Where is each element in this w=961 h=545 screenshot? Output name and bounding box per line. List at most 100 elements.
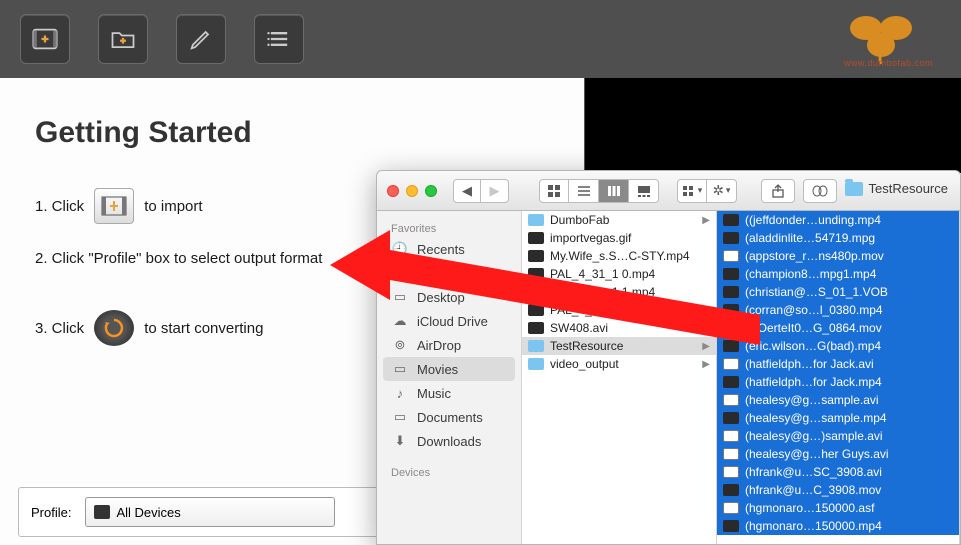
sidebar-item-movies[interactable]: ▭Movies <box>383 357 515 381</box>
file-name: (healesy@g…her Guys.avi <box>745 447 889 461</box>
nav-buttons: ◀ ▶ <box>453 179 509 203</box>
file-row[interactable]: (healesy@g…)sample.avi <box>717 427 959 445</box>
file-name: (hgmonaro…150000.asf <box>745 501 874 515</box>
file-row[interactable]: PAL_4_31_1 1.mp4 <box>522 283 716 301</box>
file-icon <box>723 232 739 244</box>
close-window-button[interactable] <box>387 185 399 197</box>
file-row[interactable]: (hfrank@u…C_3908.mov <box>717 481 959 499</box>
device-icon <box>94 505 110 519</box>
file-row[interactable]: DumboFab▶ <box>522 211 716 229</box>
add-video-icon <box>31 25 59 53</box>
file-row[interactable]: TestResource▶ <box>522 337 716 355</box>
file-icon <box>528 250 544 262</box>
file-row[interactable]: (healesy@g…sample.avi <box>717 391 959 409</box>
forward-button[interactable]: ▶ <box>481 179 509 203</box>
tags-button[interactable] <box>803 179 837 203</box>
file-row[interactable]: PAL_4_31_1 2.mp4 <box>522 301 716 319</box>
file-name: My.Wife_s.S…C-STY.mp4 <box>550 249 690 263</box>
sidebar-item-music[interactable]: ♪ Music <box>377 381 521 405</box>
icon-view-button[interactable] <box>539 179 569 203</box>
file-row[interactable]: importvegas.gif <box>522 229 716 247</box>
file-icon <box>528 322 544 334</box>
file-name: (hatfieldph…for Jack.mp4 <box>745 375 882 389</box>
folder-icon <box>528 358 544 370</box>
sidebar-item-label: Documents <box>417 410 483 425</box>
sidebar-item-icon: ♪ <box>391 386 409 401</box>
file-row[interactable]: (healesy@g…sample.mp4 <box>717 409 959 427</box>
file-row[interactable]: ((jeffdonder…unding.mp4 <box>717 211 959 229</box>
share-button[interactable] <box>761 179 795 203</box>
file-icon <box>723 268 739 280</box>
list-button[interactable] <box>254 14 304 64</box>
file-row[interactable]: (champion8…mpg1.mp4 <box>717 265 959 283</box>
file-name: PAL_4_31_1 1.mp4 <box>550 285 655 299</box>
file-name: (eric.wilson…G(bad).mp4 <box>745 339 881 353</box>
file-icon <box>723 340 739 352</box>
file-icon <box>528 304 544 316</box>
finder-col-1[interactable]: DumboFab▶importvegas.gif My.Wife_s.S…C-ST… <box>522 211 717 544</box>
file-icon <box>723 376 739 388</box>
file-row[interactable]: (christian@…S_01_1.VOB <box>717 283 959 301</box>
file-row[interactable]: SW408.avi <box>522 319 716 337</box>
profile-label: Profile: <box>31 505 71 520</box>
step-2: 2. Click "Profile" box to select output … <box>35 250 322 267</box>
action-button[interactable]: ✲▾ <box>707 179 737 203</box>
sidebar-item-label: Music <box>417 386 451 401</box>
maximize-window-button[interactable] <box>425 185 437 197</box>
sidebar-item-applications[interactable]: AApplications <box>377 261 521 285</box>
file-row[interactable]: video_output▶ <box>522 355 716 373</box>
view-mode-group <box>539 179 659 203</box>
file-name: (corran@so…l_0380.mp4 <box>745 303 883 317</box>
list-view-button[interactable] <box>569 179 599 203</box>
sidebar-item-label: Movies <box>417 362 458 377</box>
file-row[interactable]: My.Wife_s.S…C-STY.mp4 <box>522 247 716 265</box>
sidebar-item-icon: ⊚ <box>391 337 409 353</box>
sidebar-item-icloud-drive[interactable]: ☁iCloud Drive <box>377 309 521 333</box>
import-inline-icon <box>94 188 134 224</box>
profile-select[interactable]: All Devices <box>85 497 335 527</box>
file-name: SW408.avi <box>550 321 608 335</box>
sidebar-item-airdrop[interactable]: ⊚AirDrop <box>377 333 521 357</box>
back-button[interactable]: ◀ <box>453 179 481 203</box>
file-row[interactable]: (aladdinlite…54719.mpg <box>717 229 959 247</box>
file-icon <box>723 214 739 226</box>
step1-prefix: 1. Click <box>35 198 84 215</box>
file-row[interactable]: (healesy@g…her Guys.avi <box>717 445 959 463</box>
sidebar-item-documents[interactable]: ▭Documents <box>377 405 521 429</box>
file-row[interactable]: (hfrank@u…SC_3908.avi <box>717 463 959 481</box>
add-video-button[interactable] <box>20 14 70 64</box>
list-icon <box>265 25 293 53</box>
file-row[interactable]: (appstore_r…ns480p.mov <box>717 247 959 265</box>
edit-icon <box>187 25 215 53</box>
gallery-view-button[interactable] <box>629 179 659 203</box>
file-row[interactable]: (hgmonaro…150000.asf <box>717 499 959 517</box>
file-row[interactable]: (hgmonaro…150000.mp4 <box>717 517 959 535</box>
file-row[interactable]: (hatfieldph…for Jack.avi <box>717 355 959 373</box>
sidebar-item-downloads[interactable]: ⬇Downloads <box>377 429 521 453</box>
arrange-button[interactable]: ▾ <box>677 179 707 203</box>
file-row[interactable]: PAL_4_31_1 0.mp4 <box>522 265 716 283</box>
file-name: (healesy@g…)sample.avi <box>745 429 883 443</box>
column-view-button[interactable] <box>599 179 629 203</box>
edit-button[interactable] <box>176 14 226 64</box>
file-icon <box>528 286 544 298</box>
sidebar-item-desktop[interactable]: ▭Desktop <box>377 285 521 309</box>
file-icon <box>528 268 544 280</box>
file-icon <box>723 250 739 262</box>
profile-value: All Devices <box>116 505 180 520</box>
finder-col-2[interactable]: ((jeffdonder…unding.mp4(aladdinlite…5471… <box>717 211 960 544</box>
finder-window: ◀ ▶ ▾ ✲▾ TestResource Favorites 🕘Recents… <box>376 170 961 545</box>
file-row[interactable]: (corran@so…l_0380.mp4 <box>717 301 959 319</box>
sidebar-item-recents[interactable]: 🕘Recents <box>377 237 521 261</box>
file-row[interactable]: (DOerteIt0…G_0864.mov <box>717 319 959 337</box>
app-logo <box>841 10 921 65</box>
file-row[interactable]: (hatfieldph…for Jack.mp4 <box>717 373 959 391</box>
file-name: (champion8…mpg1.mp4 <box>745 267 876 281</box>
file-icon <box>528 232 544 244</box>
sidebar-item-icon: 🕘 <box>391 241 409 257</box>
sidebar-item-label: Desktop <box>417 290 465 305</box>
file-row[interactable]: (eric.wilson…G(bad).mp4 <box>717 337 959 355</box>
add-folder-button[interactable] <box>98 14 148 64</box>
finder-sidebar: Favorites 🕘RecentsAApplications▭Desktop☁… <box>377 211 522 544</box>
minimize-window-button[interactable] <box>406 185 418 197</box>
